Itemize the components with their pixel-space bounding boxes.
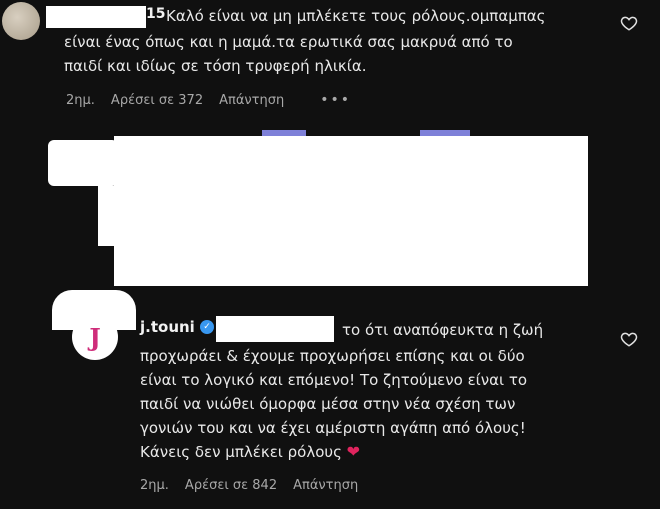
redacted-block xyxy=(48,140,118,186)
comment-text: προχωράει & έχουμε προχωρήσει επίσης και… xyxy=(140,344,630,464)
comment-line: είναι το λογικό και επόμενο! Το ζητούμεν… xyxy=(140,371,528,389)
verified-badge-icon: ✓ xyxy=(200,320,214,334)
comment-line: γονιών του και να έχει αμέριστη αγάπη απ… xyxy=(140,419,526,437)
comment-time: 2ημ. xyxy=(140,478,169,493)
comment-line: το ότι αναπόφευκτα η ζωή xyxy=(342,321,544,339)
comment-line: προχωράει & έχουμε προχωρήσει επίσης και… xyxy=(140,347,525,365)
red-heart-emoji: ❤ xyxy=(346,442,361,461)
commenter-avatar[interactable] xyxy=(2,2,40,40)
redacted-username xyxy=(216,316,334,342)
commenter-avatar[interactable]: J xyxy=(72,314,118,360)
comment-meta: 2ημ. Αρέσει σε 842 Απάντηση xyxy=(140,478,358,493)
redacted-image xyxy=(48,130,608,330)
comment-text: είναι ένας όπως και η μαμά.τα ερωτικά σα… xyxy=(64,30,624,78)
heart-outline-icon[interactable] xyxy=(620,14,638,32)
comment-time: 2ημ. xyxy=(66,92,95,108)
comment-line-text: Κάνεις δεν μπλέκει ρόλους xyxy=(140,443,342,461)
comment-username[interactable]: j.touni xyxy=(140,318,195,336)
comment-line: Καλό είναι να μη μπλέκετε τους ρόλους.ομ… xyxy=(166,7,546,25)
redacted-block xyxy=(98,186,588,246)
reply-button[interactable]: Απάντηση xyxy=(293,478,358,493)
comment-line: είναι ένας όπως και η μαμά.τα ερωτικά σα… xyxy=(64,33,513,51)
likes-count-link[interactable]: Αρέσει σε 842 xyxy=(185,478,277,493)
comment-line: παιδί να νιώθει όμορφα μέσα στην νέα σχέ… xyxy=(140,395,516,413)
comment-text: Καλό είναι να μη μπλέκετε τους ρόλους.ομ… xyxy=(166,4,626,28)
more-dots-icon[interactable]: ••• xyxy=(320,92,351,108)
comment-text: το ότι αναπόφευκτα η ζωή xyxy=(342,318,622,342)
reply-button[interactable]: Απάντηση xyxy=(219,93,284,108)
redacted-username xyxy=(46,6,146,28)
comment-line: παιδί και ιδίως σε τόση τρυφερή ηλικία. xyxy=(64,57,367,75)
comment-username-fragment[interactable]: 15 xyxy=(146,6,165,22)
comment-meta: 2ημ. Αρέσει σε 372 Απάντηση ••• xyxy=(66,92,351,108)
heart-outline-icon[interactable] xyxy=(620,330,638,348)
likes-count-link[interactable]: Αρέσει σε 372 xyxy=(111,93,203,108)
comment-line: Κάνεις δεν μπλέκει ρόλους ❤ xyxy=(140,440,630,464)
